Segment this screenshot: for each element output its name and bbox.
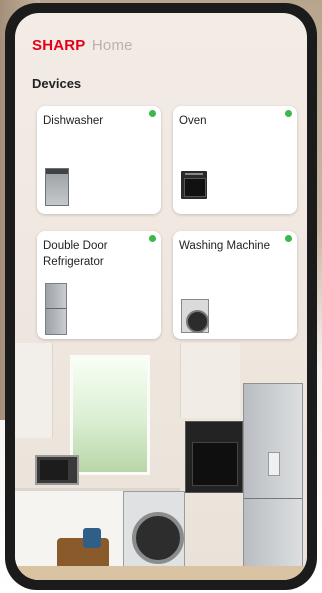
device-card-refrigerator[interactable]: Double Door Refrigerator [37, 231, 161, 339]
kitchen-floor [15, 566, 307, 580]
device-name: Washing Machine [179, 240, 270, 252]
kitchen-illustration [15, 343, 307, 580]
oven-image [185, 421, 243, 493]
device-name: Oven [179, 115, 207, 127]
online-status-dot [285, 110, 292, 117]
app-name: Home [91, 37, 133, 54]
microwave-image [35, 455, 79, 485]
app-header: SHARP Home [32, 37, 133, 54]
device-card-dishwasher[interactable]: Dishwasher [37, 106, 161, 214]
kitchen-cabinet [15, 343, 53, 438]
oven-icon [181, 171, 207, 199]
device-name: Double Door Refrigerator [43, 240, 108, 269]
refrigerator-image [243, 383, 303, 580]
device-name: Dishwasher [43, 115, 104, 127]
app-screen: SHARP Home Devices Dishwasher Oven Doubl… [15, 13, 307, 580]
dishwasher-icon [45, 168, 69, 206]
devices-section-title: Devices [32, 76, 82, 91]
kitchen-cabinet [180, 343, 240, 418]
phone-frame: SHARP Home Devices Dishwasher Oven Doubl… [5, 3, 317, 590]
online-status-dot [149, 110, 156, 117]
device-card-oven[interactable]: Oven [173, 106, 297, 214]
brand-logo: SHARP [32, 37, 86, 54]
refrigerator-icon [45, 283, 67, 335]
online-status-dot [285, 235, 292, 242]
washing-machine-icon [181, 299, 209, 333]
kitchen-window [70, 355, 150, 475]
online-status-dot [149, 235, 156, 242]
device-card-washing-machine[interactable]: Washing Machine [173, 231, 297, 339]
